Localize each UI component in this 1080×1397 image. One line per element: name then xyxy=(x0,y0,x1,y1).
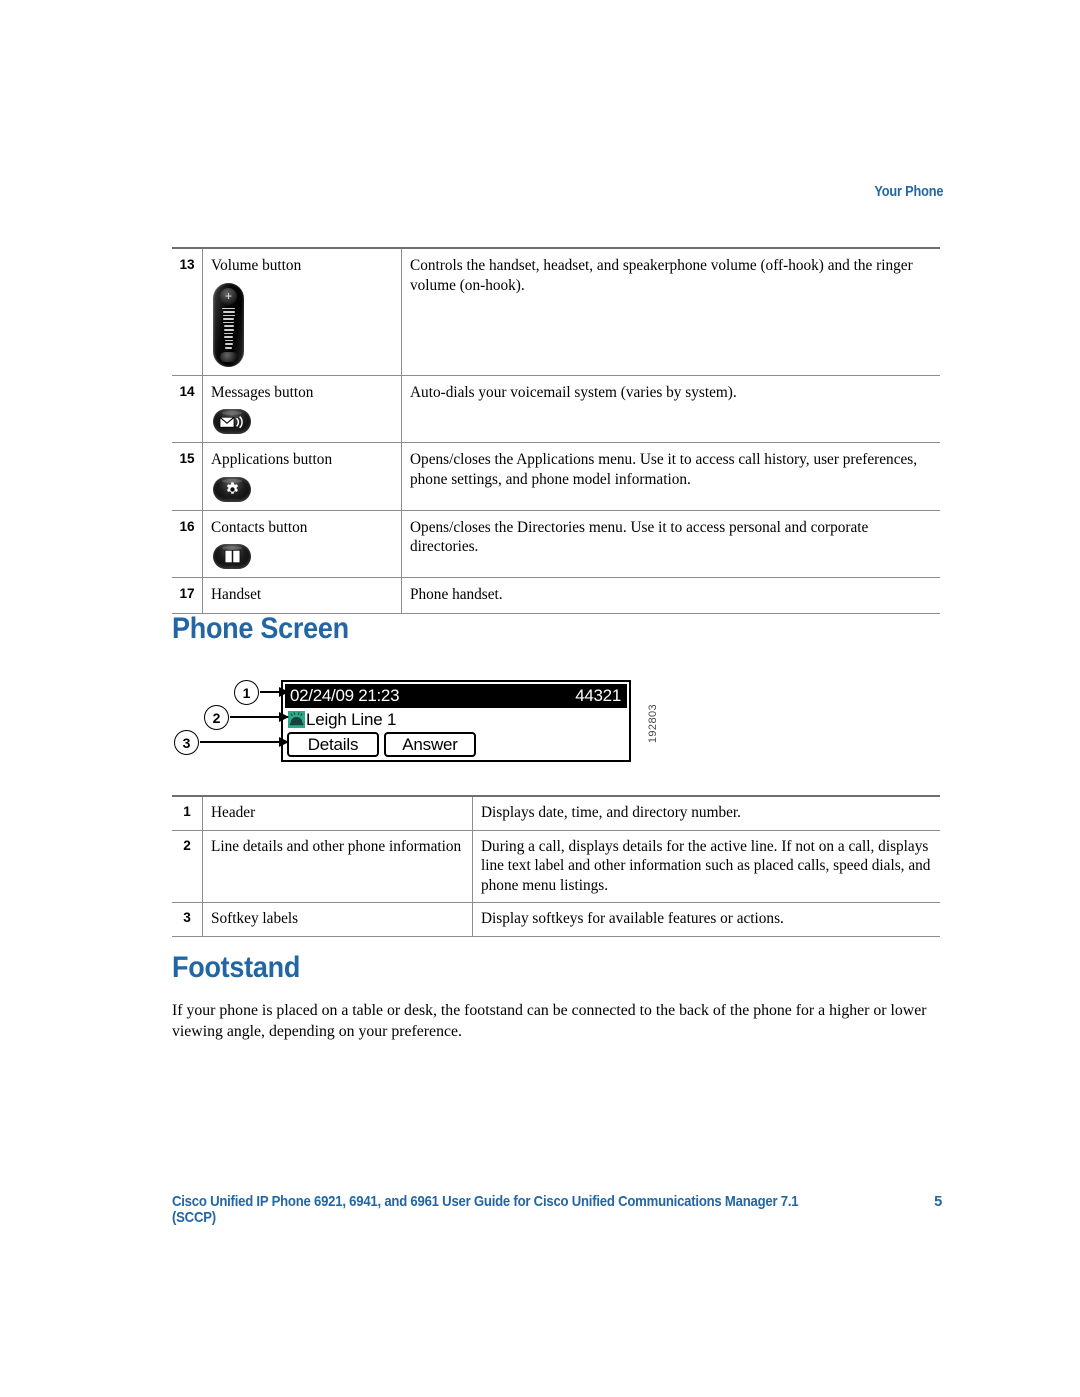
running-head: Your Phone xyxy=(874,184,943,200)
section-heading-phone-screen: Phone Screen xyxy=(172,612,349,645)
gear-applications-icon xyxy=(213,476,393,502)
document-page: Your Phone 13 Volume button + Controls t… xyxy=(0,0,1080,1397)
header-directory-number: 44321 xyxy=(575,686,621,705)
volume-level-ticks xyxy=(222,307,235,349)
row-description: Displays date, time, and directory numbe… xyxy=(472,794,940,831)
row-term: Messages button xyxy=(202,375,402,444)
section-heading-footstand: Footstand xyxy=(172,951,301,984)
row-number: 13 xyxy=(172,246,203,376)
row-term: Softkey labels xyxy=(202,902,473,937)
row-term-label: Messages button xyxy=(211,383,314,401)
volume-up-plus-icon: + xyxy=(220,287,237,305)
envelope-messages-icon xyxy=(213,409,393,435)
row-term-label: Applications button xyxy=(211,451,333,469)
row-number: 3 xyxy=(172,902,203,937)
footer-title: Cisco Unified IP Phone 6921, 6941, and 6… xyxy=(172,1194,799,1226)
phone-buttons-table: 13 Volume button + Controls the handset,… xyxy=(172,246,940,614)
row-number: 17 xyxy=(172,577,203,614)
row-description: Opens/closes the Directories menu. Use i… xyxy=(401,510,940,579)
footer-page-number: 5 xyxy=(934,1194,942,1210)
phone-screen-mockup: 02/24/09 21:23 44321 Leigh Line 1 Detail… xyxy=(281,680,631,762)
row-number: 14 xyxy=(172,375,203,444)
leader-line-2 xyxy=(230,712,289,722)
phone-screen-softkey-row: Details Answer xyxy=(285,732,627,757)
phone-screen-line-row: Leigh Line 1 xyxy=(285,708,627,731)
row-term-label: Handset xyxy=(211,586,262,604)
leader-line-3 xyxy=(200,737,289,747)
softkey-answer[interactable]: Answer xyxy=(384,732,476,757)
volume-down-minus-icon xyxy=(219,351,238,362)
row-term: Applications button xyxy=(202,442,402,511)
row-number: 16 xyxy=(172,510,203,579)
callout-3: 3 xyxy=(174,730,199,755)
table-row: 14 Messages button Auto-dials your voice… xyxy=(172,375,940,444)
table-row: 2 Line details and other phone informati… xyxy=(172,830,940,904)
row-term-label: Contacts button xyxy=(211,518,308,536)
phone-screen-header: 02/24/09 21:23 44321 xyxy=(285,684,627,708)
row-number: 1 xyxy=(172,794,203,831)
row-number: 15 xyxy=(172,442,203,511)
row-term: Contacts button xyxy=(202,510,402,579)
row-number: 2 xyxy=(172,830,203,904)
row-term: Volume button + xyxy=(202,246,402,376)
ringing-phone-icon xyxy=(288,711,305,728)
softkey-details[interactable]: Details xyxy=(287,732,379,757)
figure-id-label: 192803 xyxy=(647,704,659,744)
row-description: Phone handset. xyxy=(401,577,940,614)
leader-line-1 xyxy=(260,687,289,697)
header-datetime: 02/24/09 21:23 xyxy=(290,686,400,705)
phone-screen-figure: 1 2 3 02/24/09 21:23 44321 Leigh Line 1 … xyxy=(172,668,692,778)
table-row: 1 Header Displays date, time, and direct… xyxy=(172,794,940,831)
table-row: 15 Applications button Opens/closes the … xyxy=(172,442,940,511)
callout-2: 2 xyxy=(204,705,229,730)
page-footer: Cisco Unified IP Phone 6921, 6941, and 6… xyxy=(172,1194,942,1226)
footstand-paragraph: If your phone is placed on a table or de… xyxy=(172,1002,927,1040)
table-row: 13 Volume button + Controls the handset,… xyxy=(172,246,940,376)
volume-rocker-icon: + xyxy=(213,282,393,367)
row-term: Header xyxy=(202,794,473,831)
table-row: 17 Handset Phone handset. xyxy=(172,577,940,614)
callout-1: 1 xyxy=(234,680,259,705)
row-term: Line details and other phone information xyxy=(202,830,473,904)
row-description: Display softkeys for available features … xyxy=(472,902,940,937)
row-description: During a call, displays details for the … xyxy=(472,830,940,904)
row-description: Controls the handset, headset, and speak… xyxy=(401,246,940,376)
row-description: Auto-dials your voicemail system (varies… xyxy=(401,375,940,444)
row-description: Opens/closes the Applications menu. Use … xyxy=(401,442,940,511)
book-contacts-icon xyxy=(213,544,393,570)
row-term: Handset xyxy=(202,577,402,614)
table-row: 3 Softkey labels Display softkeys for av… xyxy=(172,902,940,937)
phone-screen-legend-table: 1 Header Displays date, time, and direct… xyxy=(172,794,940,937)
table-row: 16 Contacts button Opens/closes the Dire… xyxy=(172,510,940,579)
line-label: Leigh Line 1 xyxy=(306,709,397,729)
row-term-label: Volume button xyxy=(211,257,302,274)
